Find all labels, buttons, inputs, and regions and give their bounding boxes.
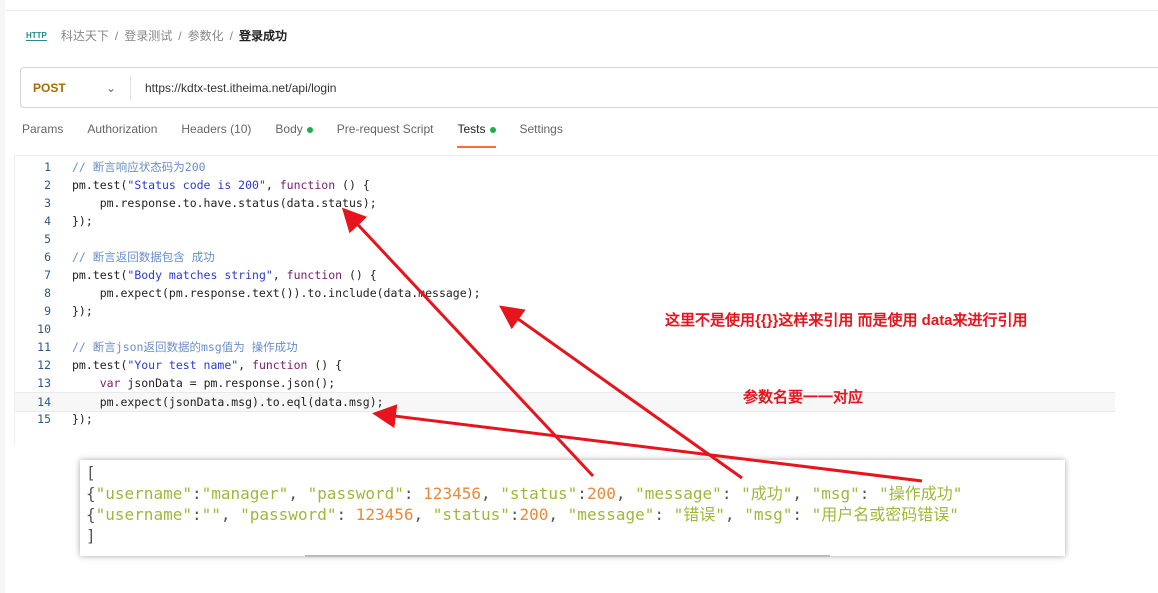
- annotation-note: 参数名要一一对应: [743, 389, 864, 406]
- annotation-arrows: [341, 207, 923, 483]
- annotation-note: 这里不是使用{{}}这样来引用 而是使用 data来进行引用: [665, 312, 1028, 329]
- arrow: [372, 404, 923, 483]
- arrow: [499, 305, 743, 480]
